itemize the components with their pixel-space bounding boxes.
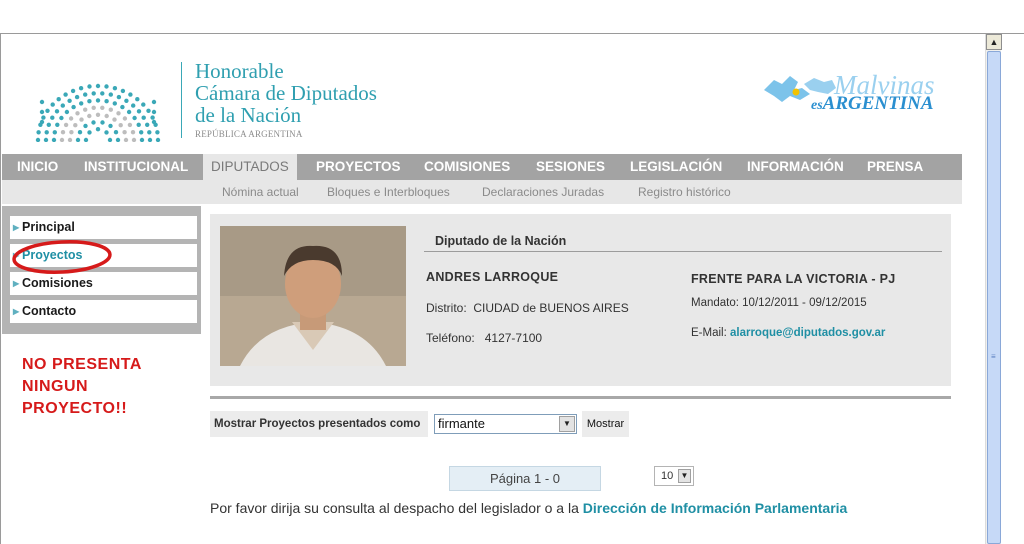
subnav-item-declaraciones[interactable]: Declaraciones Juradas bbox=[482, 180, 604, 204]
sidebar-item-label: Contacto bbox=[22, 304, 77, 318]
annotation-line: NO PRESENTA bbox=[22, 356, 142, 373]
campaign-argentina-text: esARGENTINA bbox=[811, 94, 934, 116]
nav-item-comisiones[interactable]: COMISIONES bbox=[424, 154, 510, 180]
sidebar-item-label: Comisiones bbox=[22, 276, 93, 290]
nav-item-diputados[interactable]: DIPUTADOS bbox=[203, 154, 297, 180]
main-nav: INICIO INSTITUCIONAL DIPUTADOS PROYECTOS… bbox=[2, 154, 962, 180]
nav-item-informacion[interactable]: INFORMACIÓN bbox=[747, 154, 844, 180]
red-ellipse-annotation-icon bbox=[12, 240, 112, 274]
district-value: CIUDAD de BUENOS AIRES bbox=[473, 301, 629, 315]
show-button[interactable]: Mostrar bbox=[582, 411, 629, 437]
footer-note: Por favor dirija su consulta al despacho… bbox=[210, 500, 847, 516]
parliamentary-info-link[interactable]: Dirección de Información Parlamentaria bbox=[583, 500, 848, 516]
nav-item-prensa[interactable]: PRENSA bbox=[867, 154, 923, 180]
annotation-text: NO PRESENTA NINGUN PROYECTO!! bbox=[22, 354, 142, 420]
chevron-down-icon[interactable]: ▼ bbox=[559, 416, 575, 432]
sidebar-item-principal[interactable]: ▶ Principal bbox=[10, 216, 197, 239]
nav-item-proyectos[interactable]: PROYECTOS bbox=[316, 154, 401, 180]
page-size-select[interactable]: 10 ▼ bbox=[654, 466, 694, 486]
mandate-label: Mandato: bbox=[691, 297, 739, 309]
chamber-name-line-3: de la Nación bbox=[195, 103, 302, 127]
email-label: E-Mail: bbox=[691, 327, 727, 339]
nav-item-legislacion[interactable]: LEGISLACIÓN bbox=[630, 154, 722, 180]
deputy-phone: Teléfono: 4127-7100 bbox=[426, 331, 542, 345]
sub-nav: Nómina actual Bloques e Interbloques Dec… bbox=[2, 180, 962, 204]
filter-label: Mostrar Proyectos presentados como bbox=[210, 411, 428, 437]
annotation-line: PROYECTO!! bbox=[22, 400, 128, 417]
email-link[interactable]: alarroque@diputados.gov.ar bbox=[730, 327, 885, 339]
mandate-value: 10/12/2011 - 09/12/2015 bbox=[742, 297, 867, 309]
scroll-thumb[interactable]: ≡ bbox=[987, 51, 1001, 544]
annotation-line: NINGUN bbox=[22, 378, 89, 395]
nav-item-inicio[interactable]: INICIO bbox=[17, 154, 58, 180]
sidebar-item-contacto[interactable]: ▶ Contacto bbox=[10, 300, 197, 323]
triangle-right-icon: ▶ bbox=[13, 307, 20, 316]
chevron-down-icon[interactable]: ▼ bbox=[678, 469, 691, 483]
profile-title: Diputado de la Nación bbox=[435, 234, 567, 248]
nav-item-sesiones[interactable]: SESIONES bbox=[536, 154, 605, 180]
deputy-email: E-Mail: alarroque@diputados.gov.ar bbox=[691, 327, 885, 339]
deputy-party: FRENTE PARA LA VICTORIA - PJ bbox=[691, 272, 896, 286]
subnav-item-registro[interactable]: Registro histórico bbox=[638, 180, 731, 204]
campaign-argentina-word: ARGENTINA bbox=[822, 93, 934, 114]
browser-top-bar bbox=[0, 0, 1024, 34]
page-size-value: 10 bbox=[661, 470, 674, 482]
role-select-value: firmante bbox=[438, 416, 485, 431]
campaign-es-text: es bbox=[811, 98, 823, 113]
triangle-right-icon: ▶ bbox=[13, 223, 20, 232]
role-select[interactable]: firmante ▼ bbox=[434, 414, 577, 434]
deputy-mandate: Mandato: 10/12/2011 - 09/12/2015 bbox=[691, 297, 867, 309]
sidebar-item-label: Principal bbox=[22, 220, 75, 234]
chamber-dome-logo-icon[interactable] bbox=[28, 42, 168, 142]
scroll-up-icon[interactable]: ▲ bbox=[986, 34, 1002, 50]
footer-note-text: Por favor dirija su consulta al despacho… bbox=[210, 500, 579, 516]
deputy-photo bbox=[220, 226, 406, 366]
republic-label: REPÚBLICA ARGENTINA bbox=[195, 129, 303, 139]
chamber-name[interactable]: Honorable Cámara de Diputados de la Naci… bbox=[195, 60, 377, 126]
deputy-name: ANDRES LARROQUE bbox=[426, 270, 559, 284]
nav-item-institucional[interactable]: INSTITUCIONAL bbox=[84, 154, 188, 180]
phone-label: Teléfono: bbox=[426, 331, 475, 345]
section-divider bbox=[210, 396, 951, 399]
profile-title-rule bbox=[424, 251, 942, 252]
grip-icon: ≡ bbox=[991, 352, 996, 361]
chamber-name-line-2: Cámara de Diputados bbox=[195, 81, 377, 105]
chamber-name-line-1: Honorable bbox=[195, 59, 284, 83]
district-label: Distrito: bbox=[426, 301, 467, 315]
subnav-item-nomina[interactable]: Nómina actual bbox=[222, 180, 299, 204]
phone-value: 4127-7100 bbox=[484, 331, 543, 345]
header-divider bbox=[181, 62, 182, 138]
pagination-label: Página 1 - 0 bbox=[449, 466, 601, 491]
vertical-scrollbar[interactable]: ▲ ≡ bbox=[985, 34, 1002, 544]
deputy-district: Distrito: CIUDAD de BUENOS AIRES bbox=[426, 301, 629, 315]
subnav-item-bloques[interactable]: Bloques e Interbloques bbox=[327, 180, 450, 204]
